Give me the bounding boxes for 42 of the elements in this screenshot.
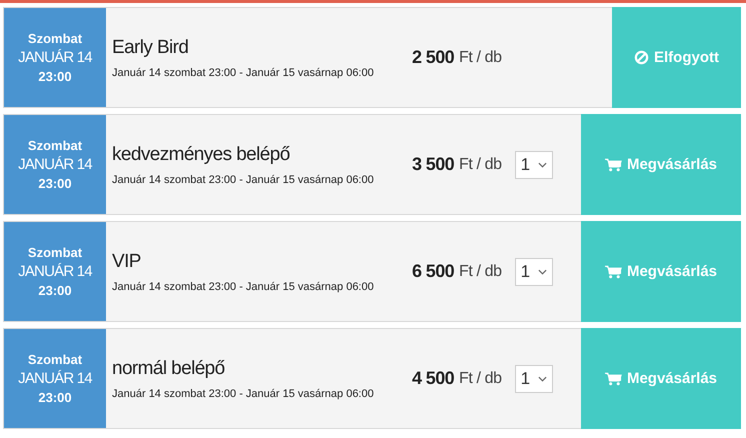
date-label: JANUÁR 14 <box>18 370 92 387</box>
time-label: 23:00 <box>38 69 72 84</box>
ticket-name: kedvezményes belépő <box>112 144 291 166</box>
price-unit: Ft / db <box>459 370 502 388</box>
cart-icon <box>604 264 622 278</box>
ticket-name: normál belépő <box>112 358 226 380</box>
ticket-period: Január 14 szombat 23:00 - Január 15 vasárnap 06:00 <box>112 388 375 400</box>
buy-button[interactable]: Megvásárlás <box>581 328 741 429</box>
cart-icon <box>604 158 622 172</box>
date-label: JANUÁR 14 <box>18 156 92 173</box>
time-label: 23:00 <box>38 390 72 405</box>
time-label: 23:00 <box>38 176 72 191</box>
day-label: Szombat <box>28 138 82 153</box>
time-label: 23:00 <box>38 283 72 298</box>
chevron-down-icon <box>538 376 547 382</box>
buy-button[interactable]: Megvásárlás <box>581 114 741 215</box>
price: 4 500 <box>412 368 454 389</box>
day-label: Szombat <box>28 31 82 46</box>
day-label: Szombat <box>28 245 82 260</box>
cart-icon <box>604 372 622 386</box>
prohibited-icon <box>634 50 649 65</box>
ticket-period: Január 14 szombat 23:00 - Január 15 vasárnap 06:00 <box>112 66 375 78</box>
ticket-name: VIP <box>112 250 142 272</box>
price-unit: Ft / db <box>459 48 502 66</box>
price-unit: Ft / db <box>459 262 502 280</box>
ticket-period: Január 14 szombat 23:00 - Január 15 vasárnap 06:00 <box>112 174 375 186</box>
chevron-down-icon <box>538 268 547 274</box>
chevron-down-icon <box>538 162 547 168</box>
quantity-select[interactable]: 1 <box>514 258 553 286</box>
quantity-select[interactable]: 1 <box>514 150 553 178</box>
sold-out-button[interactable]: Elfogyott <box>612 7 741 108</box>
buy-button[interactable]: Megvásárlás <box>581 221 741 322</box>
price: 2 500 <box>412 47 454 68</box>
ticket-name: Early Bird <box>112 36 190 58</box>
ticket-period: Január 14 szombat 23:00 - Január 15 vasárnap 06:00 <box>112 280 375 292</box>
price: 3 500 <box>412 154 454 175</box>
day-label: Szombat <box>28 352 82 367</box>
price: 6 500 <box>412 261 454 282</box>
date-label: JANUÁR 14 <box>18 263 92 280</box>
price-unit: Ft / db <box>459 156 502 174</box>
quantity-select[interactable]: 1 <box>514 364 553 392</box>
date-label: JANUÁR 14 <box>18 49 92 66</box>
